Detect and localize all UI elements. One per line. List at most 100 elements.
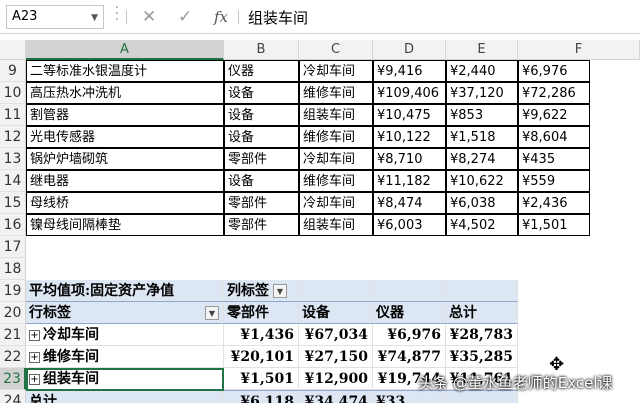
pivot-row-labels[interactable]: 行标签 ▼ xyxy=(26,302,224,324)
pivot-value-cell[interactable]: ¥12,900 xyxy=(299,368,373,390)
table-cell[interactable]: ¥10,622 xyxy=(446,170,518,192)
table-cell[interactable]: ¥8,474 xyxy=(373,192,446,214)
table-cell[interactable]: 零部件 xyxy=(224,214,299,236)
pivot-value-cell[interactable]: ¥74,877 xyxy=(373,346,446,368)
table-cell[interactable]: ¥37,120 xyxy=(446,82,518,104)
row-header[interactable]: 18 xyxy=(0,258,26,280)
table-cell[interactable]: ¥1,501 xyxy=(518,214,590,236)
table-cell[interactable]: 设备 xyxy=(224,170,299,192)
table-cell[interactable]: 设备 xyxy=(224,82,299,104)
table-cell[interactable]: 冷却车间 xyxy=(299,192,373,214)
table-cell[interactable]: ¥6,038 xyxy=(446,192,518,214)
column-header-d[interactable]: D xyxy=(373,40,446,60)
table-cell[interactable]: ¥435 xyxy=(518,148,590,170)
table-cell[interactable]: 维修车间 xyxy=(299,126,373,148)
table-cell[interactable]: ¥4,502 xyxy=(446,214,518,236)
expand-icon[interactable]: + xyxy=(29,329,40,341)
name-box[interactable]: A23 ▼ xyxy=(6,5,104,29)
row-header[interactable]: 22 xyxy=(0,346,26,368)
table-cell[interactable]: ¥8,604 xyxy=(518,126,590,148)
table-cell[interactable]: ¥10,475 xyxy=(373,104,446,126)
pivot-value-cell[interactable]: ¥20,101 xyxy=(224,346,299,368)
table-cell[interactable]: ¥2,436 xyxy=(518,192,590,214)
column-header-c[interactable]: C xyxy=(299,40,373,60)
row-header[interactable]: 23 xyxy=(0,368,26,390)
table-cell[interactable]: ¥1,518 xyxy=(446,126,518,148)
formula-input[interactable]: 组装车间 xyxy=(248,7,308,28)
table-cell[interactable]: 继电器 xyxy=(26,170,224,192)
table-cell[interactable]: 锅炉炉墙砌筑 xyxy=(26,148,224,170)
table-cell[interactable]: 仪器 xyxy=(224,60,299,82)
chevron-down-icon[interactable]: ▼ xyxy=(91,7,98,29)
pivot-row-item[interactable]: + 冷却车间 xyxy=(26,324,224,346)
column-header-e[interactable]: E xyxy=(446,40,518,60)
table-cell[interactable]: 组装车间 xyxy=(299,214,373,236)
table-cell[interactable]: 镍母线间隔棒垫 xyxy=(26,214,224,236)
table-cell[interactable]: ¥11,182 xyxy=(373,170,446,192)
row-header[interactable]: 20 xyxy=(0,302,26,324)
pivot-total-cell[interactable]: ¥6,118 xyxy=(224,390,299,403)
cancel-icon[interactable]: ✕ xyxy=(142,7,156,27)
row-header[interactable]: 17 xyxy=(0,236,26,258)
expand-icon[interactable]: + xyxy=(29,351,40,363)
table-cell[interactable]: ¥72,286 xyxy=(518,82,590,104)
row-header[interactable]: 15 xyxy=(0,192,26,214)
table-cell[interactable]: ¥6,003 xyxy=(373,214,446,236)
row-header[interactable]: 21 xyxy=(0,324,26,346)
expand-icon[interactable]: + xyxy=(29,373,40,385)
filter-dropdown-icon[interactable]: ▼ xyxy=(273,284,287,298)
table-cell[interactable]: ¥8,710 xyxy=(373,148,446,170)
pivot-grand-total-label[interactable]: 总计 xyxy=(26,390,224,403)
table-cell[interactable]: ¥8,274 xyxy=(446,148,518,170)
more-options-icon[interactable]: · · · xyxy=(114,2,120,27)
table-cell[interactable]: ¥109,406 xyxy=(373,82,446,104)
table-cell[interactable]: 设备 xyxy=(224,104,299,126)
table-cell[interactable]: ¥9,416 xyxy=(373,60,446,82)
pivot-value-cell[interactable]: ¥28,783 xyxy=(446,324,518,346)
table-cell[interactable]: 维修车间 xyxy=(299,170,373,192)
pivot-total-cell[interactable]: ¥34,474 xyxy=(299,390,373,403)
table-cell[interactable]: 零部件 xyxy=(224,192,299,214)
pivot-value-cell[interactable]: ¥27,150 xyxy=(299,346,373,368)
table-cell[interactable]: 高压热水冲洗机 xyxy=(26,82,224,104)
table-cell[interactable]: 光电传感器 xyxy=(26,126,224,148)
pivot-column-header[interactable]: 总计 xyxy=(446,302,518,324)
pivot-value-cell[interactable]: ¥6,976 xyxy=(373,324,446,346)
table-cell[interactable]: ¥2,440 xyxy=(446,60,518,82)
row-header[interactable]: 16 xyxy=(0,214,26,236)
table-cell[interactable]: 割管器 xyxy=(26,104,224,126)
table-cell[interactable]: 二等标准水银温度计 xyxy=(26,60,224,82)
table-cell[interactable]: ¥6,976 xyxy=(518,60,590,82)
row-header[interactable]: 10 xyxy=(0,82,26,104)
pivot-row-item[interactable]: + 维修车间 xyxy=(26,346,224,368)
pivot-blank-cell[interactable] xyxy=(299,280,373,302)
table-cell[interactable]: 母线桥 xyxy=(26,192,224,214)
insert-function-icon[interactable]: fx xyxy=(214,8,228,26)
select-all-corner[interactable] xyxy=(0,40,26,60)
table-cell[interactable]: 冷却车间 xyxy=(299,148,373,170)
row-header[interactable]: 9 xyxy=(0,60,26,82)
pivot-value-field[interactable]: 平均值项:固定资产净值 xyxy=(26,280,224,302)
column-header-f[interactable]: F xyxy=(518,40,640,60)
pivot-value-cell[interactable]: ¥67,034 xyxy=(299,324,373,346)
row-header[interactable]: 13 xyxy=(0,148,26,170)
table-cell[interactable]: 零部件 xyxy=(224,148,299,170)
row-header[interactable]: 19 xyxy=(0,280,26,302)
pivot-value-cell[interactable]: ¥35,285 xyxy=(446,346,518,368)
table-cell[interactable]: 冷却车间 xyxy=(299,60,373,82)
table-cell[interactable]: 维修车间 xyxy=(299,82,373,104)
filter-dropdown-icon[interactable]: ▼ xyxy=(205,306,219,320)
pivot-row-item[interactable]: + 组装车间 xyxy=(26,368,224,390)
row-header[interactable]: 12 xyxy=(0,126,26,148)
pivot-blank-cell[interactable] xyxy=(446,280,518,302)
table-cell[interactable]: ¥853 xyxy=(446,104,518,126)
row-header[interactable]: 24 xyxy=(0,390,26,403)
pivot-column-header[interactable]: 设备 xyxy=(299,302,373,324)
enter-check-icon[interactable]: ✓ xyxy=(178,7,192,27)
column-header-b[interactable]: B xyxy=(224,40,299,60)
pivot-column-labels[interactable]: 列标签 ▼ xyxy=(224,280,299,302)
table-cell[interactable]: ¥10,122 xyxy=(373,126,446,148)
pivot-value-cell[interactable]: ¥1,436 xyxy=(224,324,299,346)
row-header[interactable]: 14 xyxy=(0,170,26,192)
table-cell[interactable]: ¥559 xyxy=(518,170,590,192)
